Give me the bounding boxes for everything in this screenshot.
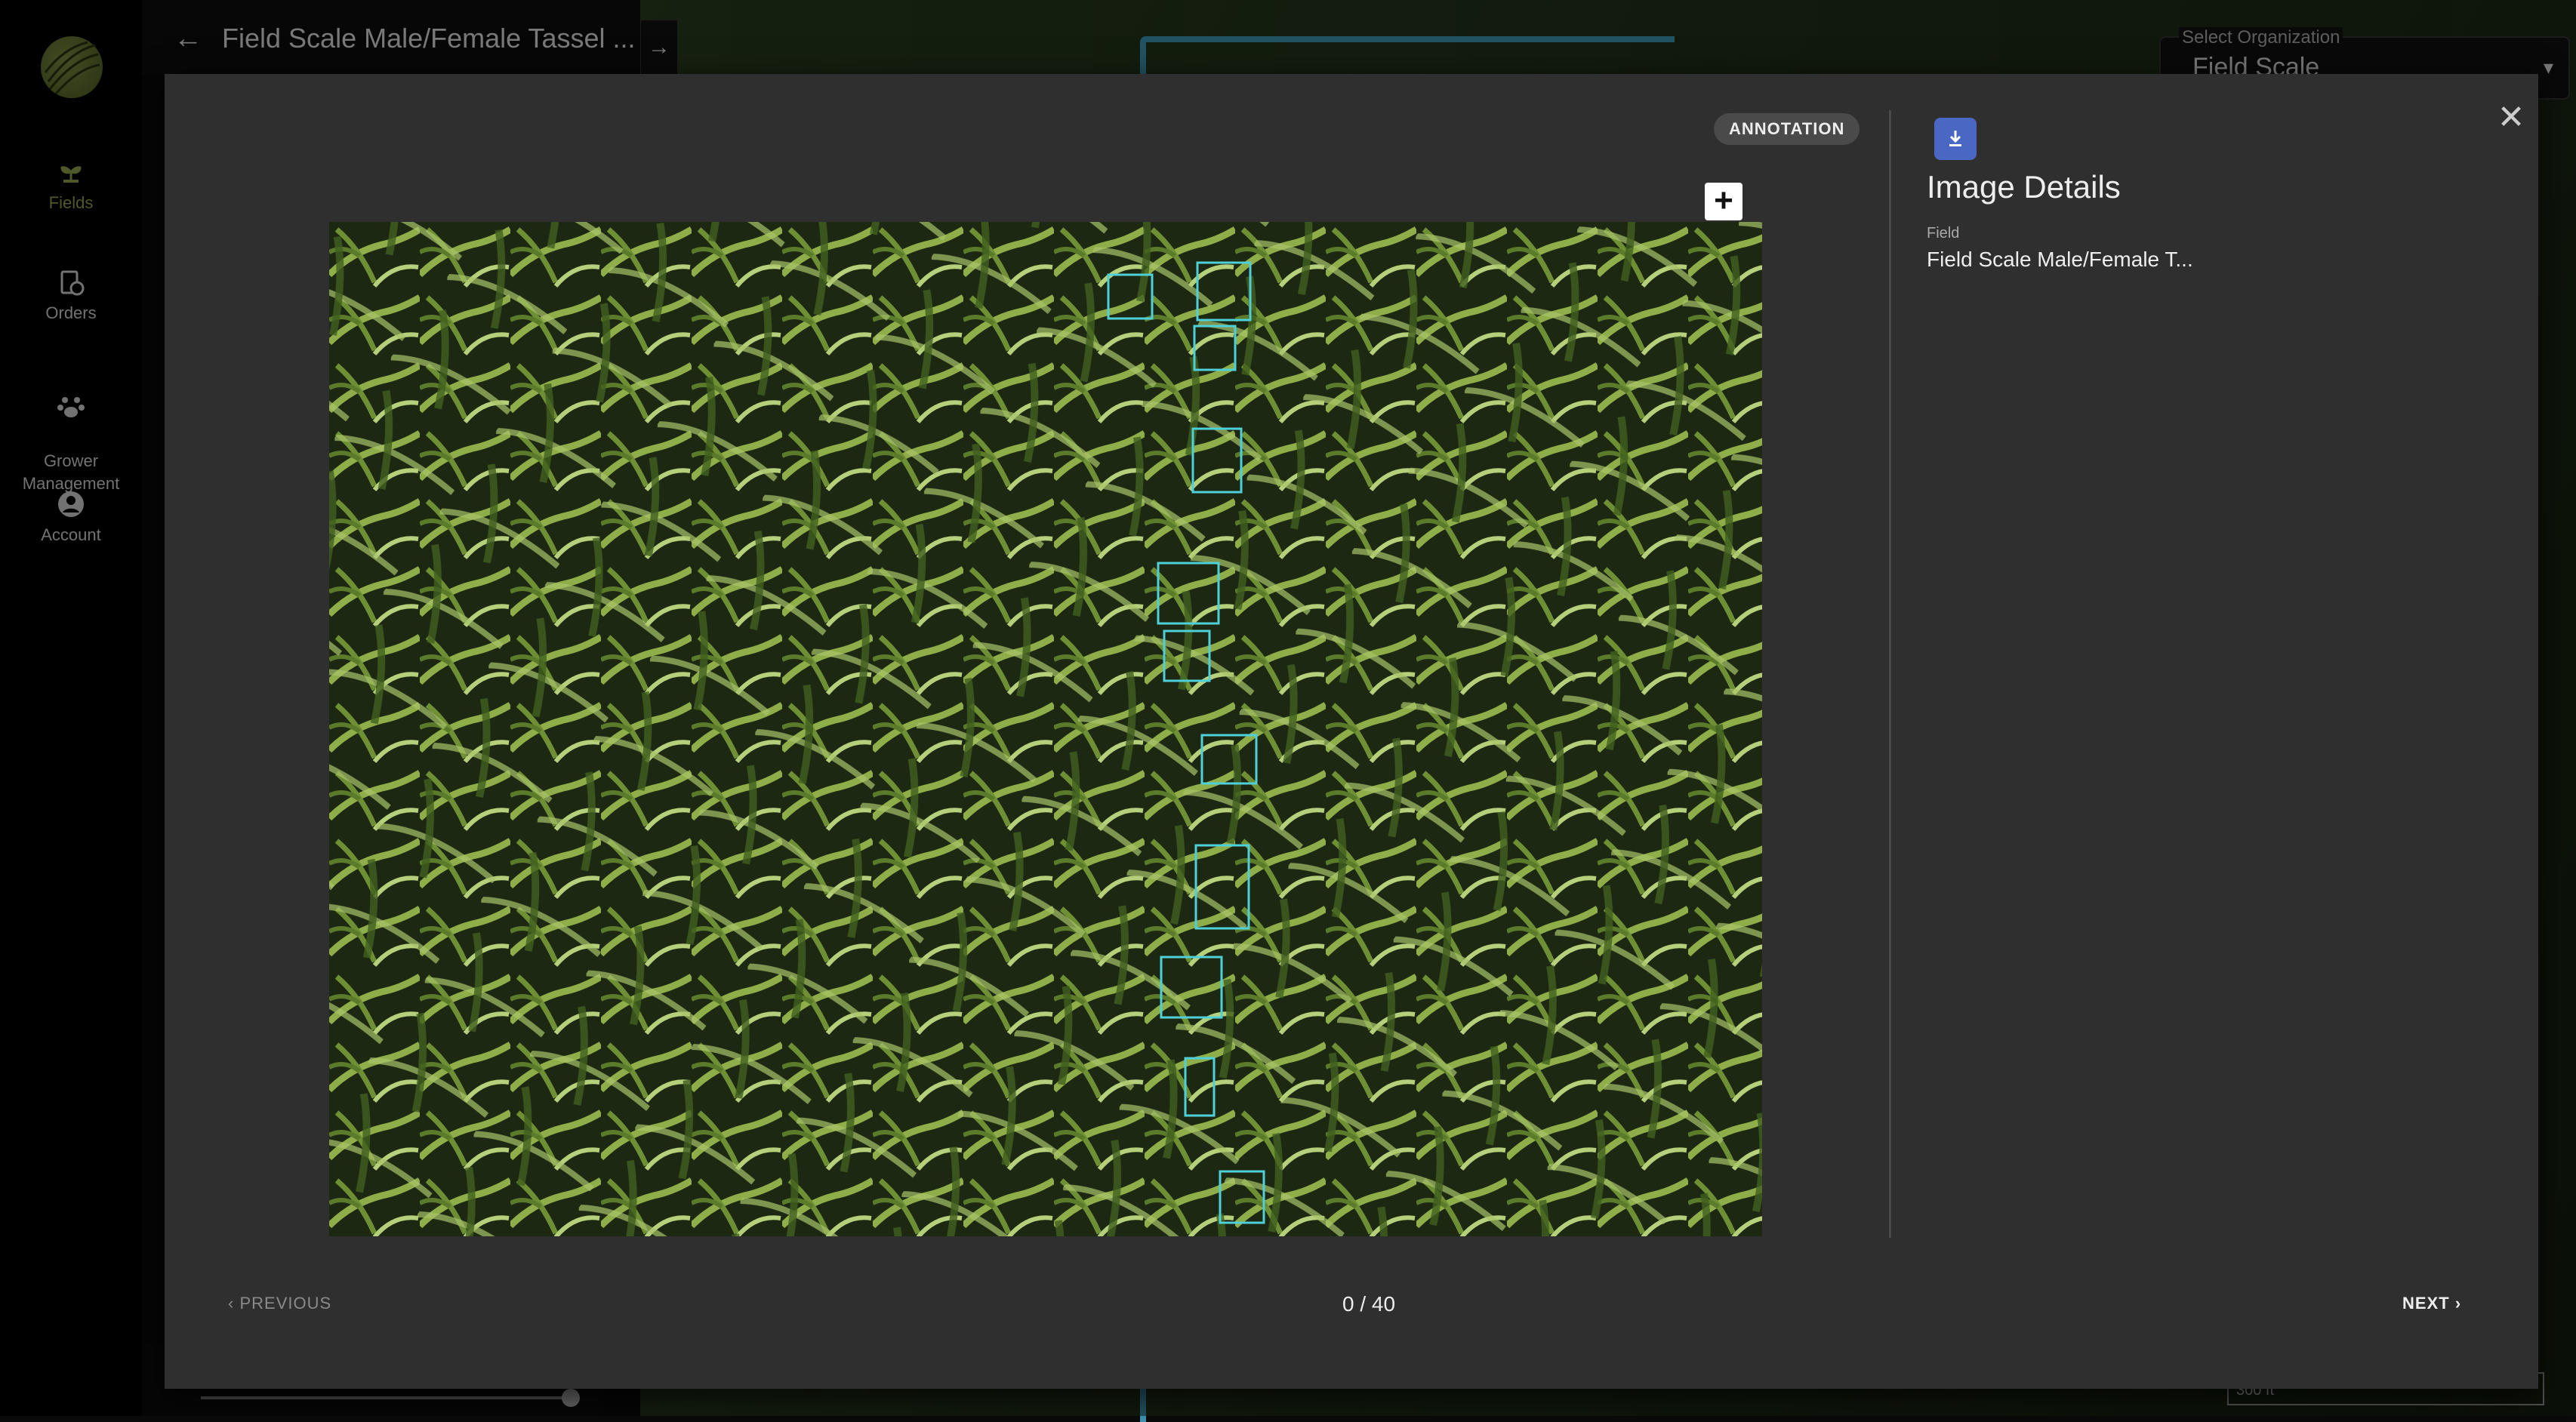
close-icon[interactable]: ✕	[2491, 98, 2531, 137]
corn-canopy-image	[329, 222, 1762, 1236]
field-label: Field	[1927, 225, 1960, 242]
field-value: Field Scale Male/Female T...	[1927, 248, 2193, 271]
chevron-left-icon: ‹	[228, 1294, 235, 1313]
image-details-title: Image Details	[1927, 169, 2121, 205]
download-icon	[1949, 131, 1961, 146]
image-viewer-modal: ANNOTATION + −	[165, 74, 2538, 1389]
next-button[interactable]: NEXT ›	[2402, 1294, 2461, 1313]
field-image[interactable]	[329, 222, 1762, 1236]
download-button[interactable]	[1934, 118, 1977, 160]
previous-button[interactable]: ‹ PREVIOUS	[228, 1294, 331, 1313]
chevron-right-icon: ›	[2454, 1294, 2462, 1313]
details-divider	[1889, 110, 1891, 1238]
annotation-chip[interactable]: ANNOTATION	[1714, 113, 1860, 145]
previous-label: PREVIOUS	[239, 1294, 332, 1313]
page-counter: 0 / 40	[1342, 1292, 1396, 1316]
next-label: NEXT	[2402, 1294, 2450, 1313]
zoom-in-button[interactable]: +	[1705, 183, 1742, 220]
